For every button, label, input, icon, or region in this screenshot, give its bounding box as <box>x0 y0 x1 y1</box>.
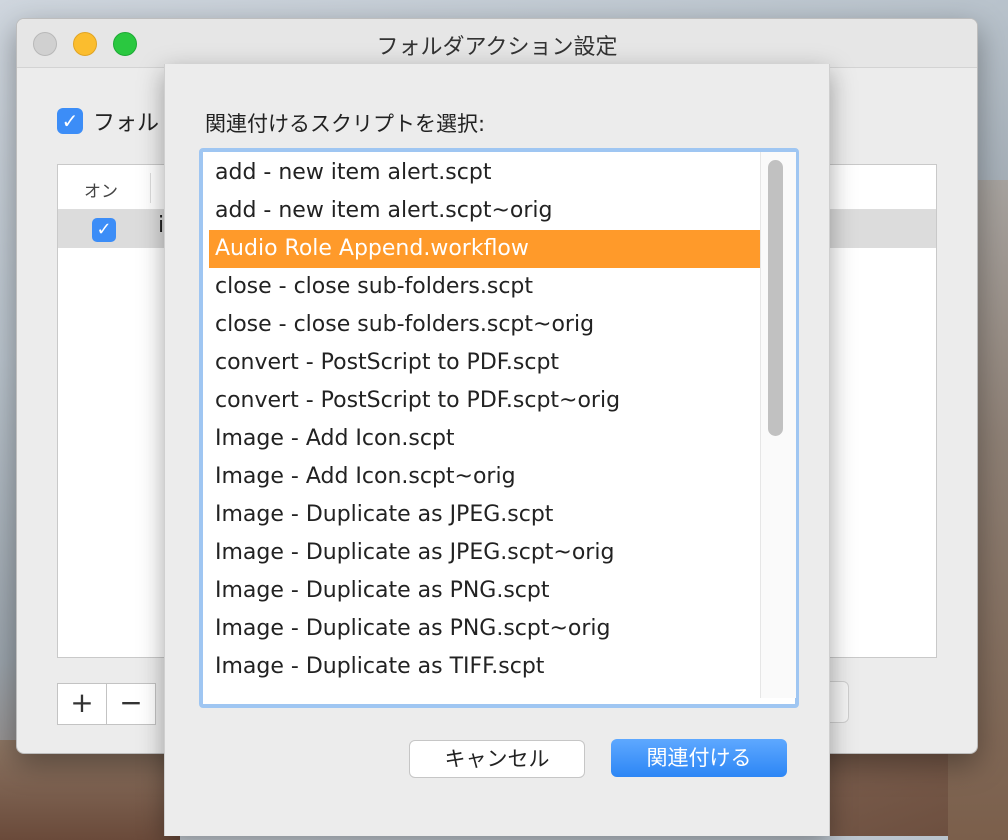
enable-folder-actions-label: フォル <box>93 111 160 136</box>
column-divider <box>150 173 151 203</box>
row-enable-checkbox[interactable]: ✓ <box>92 218 116 242</box>
list-item[interactable]: Image - Add Icon.scpt~orig <box>209 458 760 496</box>
remove-folder-button[interactable]: − <box>106 683 156 725</box>
list-item[interactable]: add - new item alert.scpt~orig <box>209 192 760 230</box>
list-item[interactable]: Audio Role Append.workflow <box>209 230 760 268</box>
enable-folder-actions-checkbox[interactable]: ✓ <box>57 108 83 134</box>
list-item[interactable]: Image - Duplicate as JPEG.scpt~orig <box>209 534 760 572</box>
script-list[interactable]: add - new item alert.scpt add - new item … <box>199 148 799 708</box>
list-item[interactable]: convert - PostScript to PDF.scpt <box>209 344 760 382</box>
choose-script-sheet: 関連付けるスクリプトを選択: add - new item alert.scpt… <box>164 64 830 836</box>
list-item[interactable]: convert - PostScript to PDF.scpt~orig <box>209 382 760 420</box>
list-item[interactable]: add - new item alert.scpt <box>209 154 760 192</box>
column-header-on[interactable]: オン <box>84 177 118 202</box>
script-list-items: add - new item alert.scpt add - new item … <box>209 154 760 694</box>
title-bar: フォルダアクション設定 <box>17 19 977 68</box>
list-item[interactable]: Image - Duplicate as JPEG.scpt <box>209 496 760 534</box>
list-item[interactable]: Image - Add Icon.scpt <box>209 420 760 458</box>
sheet-prompt-label: 関連付けるスクリプトを選択: <box>205 112 486 136</box>
window-title: フォルダアクション設定 <box>376 35 618 60</box>
desktop-background-lower <box>0 740 180 840</box>
associate-button[interactable]: 関連付ける <box>611 739 787 777</box>
list-item[interactable]: close - close sub-folders.scpt~orig <box>209 306 760 344</box>
add-folder-button[interactable]: + <box>57 683 107 725</box>
list-item[interactable]: Image - Duplicate as TIFF.scpt <box>209 648 760 686</box>
cancel-button[interactable]: キャンセル <box>409 740 585 778</box>
scrollbar-thumb[interactable] <box>768 160 783 436</box>
list-item[interactable]: close - close sub-folders.scpt <box>209 268 760 306</box>
list-item[interactable]: Image - Duplicate as PNG.scpt <box>209 572 760 610</box>
list-item[interactable]: Image - Duplicate as PNG.scpt~orig <box>209 610 760 648</box>
